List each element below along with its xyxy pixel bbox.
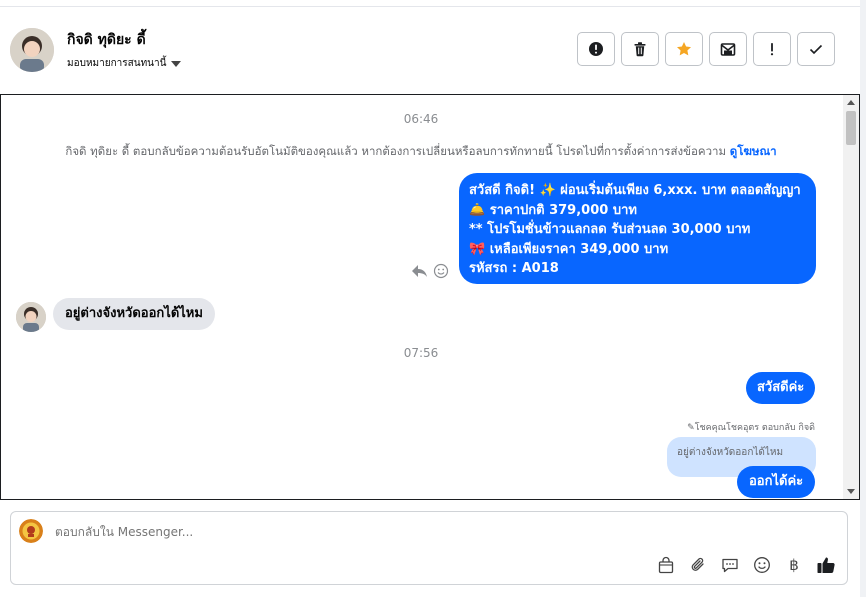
payment-button[interactable]: ฿ [783,554,805,576]
assign-label: มอบหมายการสนทนานี้ [67,58,167,69]
timestamp: 06:46 [403,112,439,126]
promo-line: สวัสดี กิจดิ! ✨ ผ่อนเริ่มต้นเพียง 6,xxx.… [469,183,801,198]
promo-line: รหัสรถ : A018 [469,261,559,276]
reply-arrow-icon: ✎ [687,423,695,433]
reply-input[interactable] [55,525,655,539]
scrollbar-thumb[interactable] [846,111,856,145]
assign-conversation-dropdown[interactable]: มอบหมายการสนทนานี้ [67,56,182,71]
mark-unread-icon [720,43,736,56]
reply-header: ✎โชคคุณโชคอุตร ตอบกลับ กิจดิ [687,420,815,434]
page-avatar [19,519,43,543]
system-note-text: กิจดิ ทุดิยะ ดี้ ตอบกลับข้อความต้อนรับอั… [65,144,727,158]
baht-icon: ฿ [789,556,799,574]
emoji-button[interactable] [751,554,773,576]
promo-line: ** โปรโมชั่นข้าวแลกลด รับส่วนลด 30,000 บ… [469,222,751,237]
messenger-conversation-page: กิจดิ ทุดิยะ ดี้ มอบหมายการสนทนานี้ 06:4… [0,0,866,597]
star-button[interactable] [665,32,703,66]
right-edge [860,0,866,597]
reply-composer: ฿ [10,511,848,585]
top-divider [0,6,866,7]
contact-avatar[interactable] [10,28,54,72]
system-note: กิจดิ ทุดิยะ ดี้ ตอบกลับข้อความต้อนรับอั… [1,143,841,161]
timestamp: 07:56 [403,346,439,360]
quick-reply-icon [722,558,738,573]
follow-up-button[interactable] [753,32,791,66]
message-thread[interactable]: 06:46 กิจดิ ทุดิยะ ดี้ ตอบกลับข้อความต้อ… [0,94,860,500]
trash-icon [634,42,646,57]
shopping-bag-icon [658,556,674,574]
exclamation-icon [770,43,774,56]
spam-button[interactable] [577,32,615,66]
message-actions [411,263,449,279]
delete-button[interactable] [621,32,659,66]
outgoing-message-bubble[interactable]: สวัสดีค่ะ [746,372,816,404]
promo-line: 🎀 เหลือเพียงราคา 349,000 บาท [469,241,669,257]
contact-name[interactable]: กิจดิ ทุดิยะ ดี้ [67,29,146,51]
scroll-down-arrow[interactable] [847,489,855,494]
header-actions [577,32,835,66]
scroll-up-arrow[interactable] [847,100,855,105]
alert-circle-icon [589,42,603,56]
contact-avatar-small[interactable] [16,302,46,332]
view-ad-link[interactable]: ดูโฆษณา [730,144,777,158]
promo-line: 🛎️ ราคาปกติ 379,000 บาท [469,202,637,218]
quick-reply-button[interactable] [719,554,741,576]
shopping-bag-button[interactable] [655,554,677,576]
like-button[interactable] [815,554,837,576]
star-icon [677,42,691,56]
caret-down-icon [171,61,182,67]
mark-unread-button[interactable] [709,32,747,66]
attach-button[interactable] [687,554,709,576]
outgoing-message-bubble[interactable]: ออกได้ค่ะ [737,466,816,498]
mark-done-button[interactable] [797,32,835,66]
conversation-header: กิจดิ ทุดิยะ ดี้ มอบหมายการสนทนานี้ [0,14,860,86]
emoji-icon [754,557,770,573]
promo-message-bubble[interactable]: สวัสดี กิจดิ! ✨ ผ่อนเริ่มต้นเพียง 6,xxx.… [459,173,816,284]
thumbs-up-icon [817,557,835,574]
scrollbar[interactable] [843,95,859,499]
incoming-message-bubble[interactable]: อยู่ต่างจังหวัดออกได้ไหม [53,298,215,330]
emoji-react-icon[interactable] [433,263,449,279]
paperclip-icon [691,557,704,571]
reply-header-text: โชคคุณโชคอุตร ตอบกลับ กิจดิ [694,423,815,433]
check-icon [809,44,823,55]
reply-icon[interactable] [411,263,429,279]
composer-tools: ฿ [655,554,837,576]
